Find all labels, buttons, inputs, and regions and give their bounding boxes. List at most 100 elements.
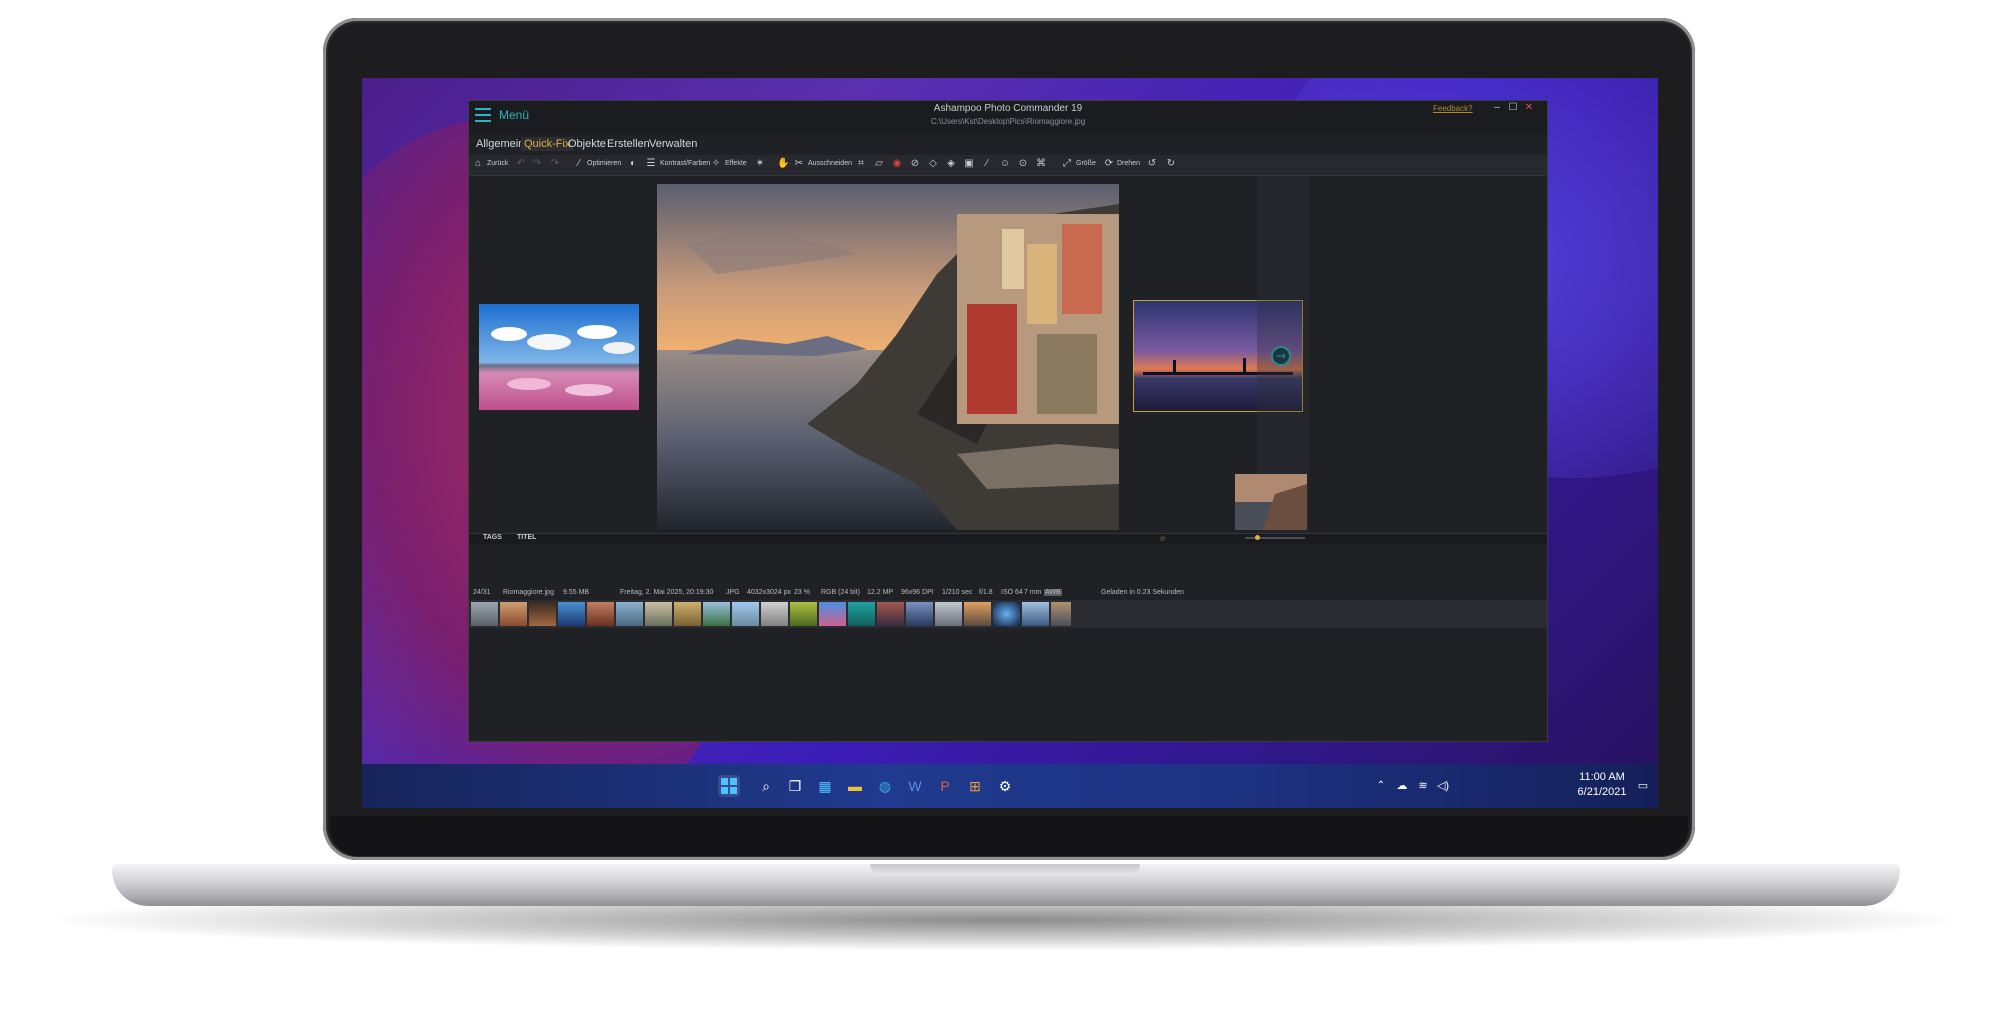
wand-icon[interactable]: ⁄ — [573, 158, 585, 170]
tab-title[interactable]: TITEL — [517, 534, 536, 541]
stamp-icon[interactable]: ▣ — [963, 158, 975, 170]
title-bar: Menü Ashampoo Photo Commander 19 C:\User… — [469, 101, 1547, 135]
search-icon[interactable]: ⌕ — [755, 775, 777, 797]
store-icon[interactable]: ⊞ — [964, 775, 986, 797]
star-icon[interactable]: ☆ — [1159, 534, 1166, 543]
status-aperture: f/1.8 — [979, 589, 993, 596]
face-icon[interactable]: ☺ — [999, 158, 1011, 170]
shape-icon[interactable]: ▱ — [873, 158, 885, 170]
tab-erstellen[interactable]: Erstellen — [607, 138, 650, 150]
optimize-button[interactable]: Optimieren — [587, 160, 621, 167]
word-icon[interactable]: W — [904, 775, 926, 797]
filmstrip-thumbnail[interactable] — [906, 602, 933, 626]
red-eye-icon[interactable]: ◉ — [891, 158, 903, 170]
size-button[interactable]: Größe — [1076, 160, 1096, 167]
tab-tags[interactable]: TAGS — [483, 534, 502, 541]
undo-icon[interactable]: ↶ — [515, 158, 527, 170]
rotate-icon[interactable]: ⟳ — [1103, 158, 1115, 170]
filmstrip-thumbnail[interactable] — [732, 602, 759, 626]
filmstrip-thumbnail[interactable] — [674, 602, 701, 626]
filmstrip-thumbnail[interactable] — [1022, 602, 1049, 626]
scissors-icon[interactable]: ✂ — [793, 158, 805, 170]
ribbon-tabs: Allgemein Quick-Fix Objekte Erstellen Ve… — [469, 135, 1547, 155]
home-icon[interactable]: ⌂ — [472, 158, 484, 170]
wifi-icon[interactable]: ≋ — [1412, 775, 1434, 797]
app-window: Menü Ashampoo Photo Commander 19 C:\User… — [468, 100, 1548, 742]
volume-icon[interactable]: ◁) — [1432, 775, 1454, 797]
bucket-icon[interactable]: ◈ — [945, 158, 957, 170]
feedback-link[interactable]: Feedback? — [1433, 104, 1473, 113]
filmstrip-thumbnail[interactable] — [587, 602, 614, 626]
redo-all-icon[interactable]: ↷ — [549, 158, 561, 170]
eraser-icon[interactable]: ◇ — [927, 158, 939, 170]
previous-image-thumbnail[interactable] — [479, 304, 639, 410]
tab-quick-fix[interactable]: Quick-Fix — [521, 137, 574, 151]
bandage-icon[interactable]: ⊘ — [909, 158, 921, 170]
filmstrip-thumbnail[interactable] — [993, 602, 1020, 626]
status-awb: AWB — [1044, 589, 1062, 596]
effects-button[interactable]: Effekte — [725, 160, 747, 167]
sparkle-icon[interactable]: ✶ — [754, 158, 766, 170]
file-explorer-icon[interactable]: ▬ — [844, 775, 866, 797]
filmstrip-thumbnail[interactable] — [616, 602, 643, 626]
rotate-left-icon[interactable]: ↺ — [1146, 158, 1158, 170]
start-icon[interactable] — [718, 775, 740, 797]
filmstrip-thumbnail[interactable] — [761, 602, 788, 626]
zoom-slider-handle[interactable] — [1255, 535, 1260, 540]
status-zoom: 23 % — [794, 589, 810, 596]
filmstrip-thumbnail[interactable] — [877, 602, 904, 626]
notification-icon[interactable]: ▭ — [1632, 775, 1654, 797]
powerpoint-icon[interactable]: P — [934, 775, 956, 797]
redo-icon[interactable]: ↷ — [531, 158, 543, 170]
navigator-preview[interactable] — [1235, 474, 1307, 530]
status-iso: ISO 64 — [1001, 589, 1023, 596]
zoom-slider[interactable] — [1245, 537, 1305, 539]
widgets-icon[interactable]: ▦ — [814, 775, 836, 797]
filmstrip-thumbnail[interactable] — [964, 602, 991, 626]
tab-verwalten[interactable]: Verwalten — [649, 138, 697, 150]
main-photo[interactable] — [657, 184, 1119, 530]
contrast-colors-button[interactable]: Kontrast/Farben — [660, 160, 710, 167]
status-focal: 7 mm — [1024, 589, 1042, 596]
rotate-right-icon[interactable]: ↻ — [1165, 158, 1177, 170]
steam-icon[interactable]: ⚙ — [994, 775, 1016, 797]
tab-objekte[interactable]: Objekte — [568, 138, 606, 150]
chevron-up-icon[interactable]: ⌃ — [1370, 775, 1392, 797]
sliders-icon[interactable]: ☰ — [645, 158, 657, 170]
filmstrip-thumbnail[interactable] — [848, 602, 875, 626]
status-color: RGB (24 bit) — [821, 589, 860, 596]
filmstrip-thumbnail[interactable] — [500, 602, 527, 626]
tab-allgemein[interactable]: Allgemein — [476, 138, 524, 150]
brush-icon[interactable]: ∕ — [981, 158, 993, 170]
target-icon[interactable]: ⊙ — [1017, 158, 1029, 170]
close-icon[interactable]: ✕ — [1521, 101, 1537, 115]
contrast-icon[interactable]: ◐ — [627, 158, 639, 170]
filmstrip-thumbnail[interactable] — [819, 602, 846, 626]
hand-icon[interactable]: ✋ — [777, 158, 789, 170]
filmstrip-thumbnail[interactable] — [645, 602, 672, 626]
minimize-icon[interactable]: – — [1489, 101, 1505, 115]
tag-icon[interactable]: ⌘ — [1035, 158, 1047, 170]
filmstrip-thumbnail[interactable] — [935, 602, 962, 626]
resize-icon[interactable]: ⤢ — [1061, 158, 1073, 170]
clock[interactable]: 11:00 AM 6/21/2021 — [1570, 770, 1634, 800]
filmstrip-thumbnail[interactable] — [790, 602, 817, 626]
filmstrip-thumbnail[interactable] — [529, 602, 556, 626]
maximize-icon[interactable]: ☐ — [1505, 101, 1521, 115]
status-filesize: 9.55 MB — [563, 589, 590, 596]
back-button[interactable]: Zurück — [487, 160, 508, 167]
filmstrip-thumbnail[interactable] — [471, 602, 498, 626]
edge-icon[interactable]: ◍ — [874, 775, 896, 797]
filmstrip-thumbnail[interactable] — [558, 602, 585, 626]
filmstrip-thumbnail[interactable] — [703, 602, 730, 626]
cut-button[interactable]: Ausschneiden — [808, 160, 852, 167]
effects-icon[interactable]: ✧ — [710, 158, 722, 170]
task-view-icon[interactable]: ❐ — [784, 775, 806, 797]
status-dpi: 96x96 DPI — [901, 589, 934, 596]
filmstrip-thumbnail[interactable] — [1051, 602, 1071, 626]
rotate-button[interactable]: Drehen — [1117, 160, 1140, 167]
cloud-icon[interactable]: ☁ — [1391, 775, 1413, 797]
window-title: Ashampoo Photo Commander 19 — [933, 103, 1083, 114]
status-megapixels: 12.2 MP — [867, 589, 894, 596]
crop-icon[interactable]: ⌗ — [855, 158, 867, 170]
